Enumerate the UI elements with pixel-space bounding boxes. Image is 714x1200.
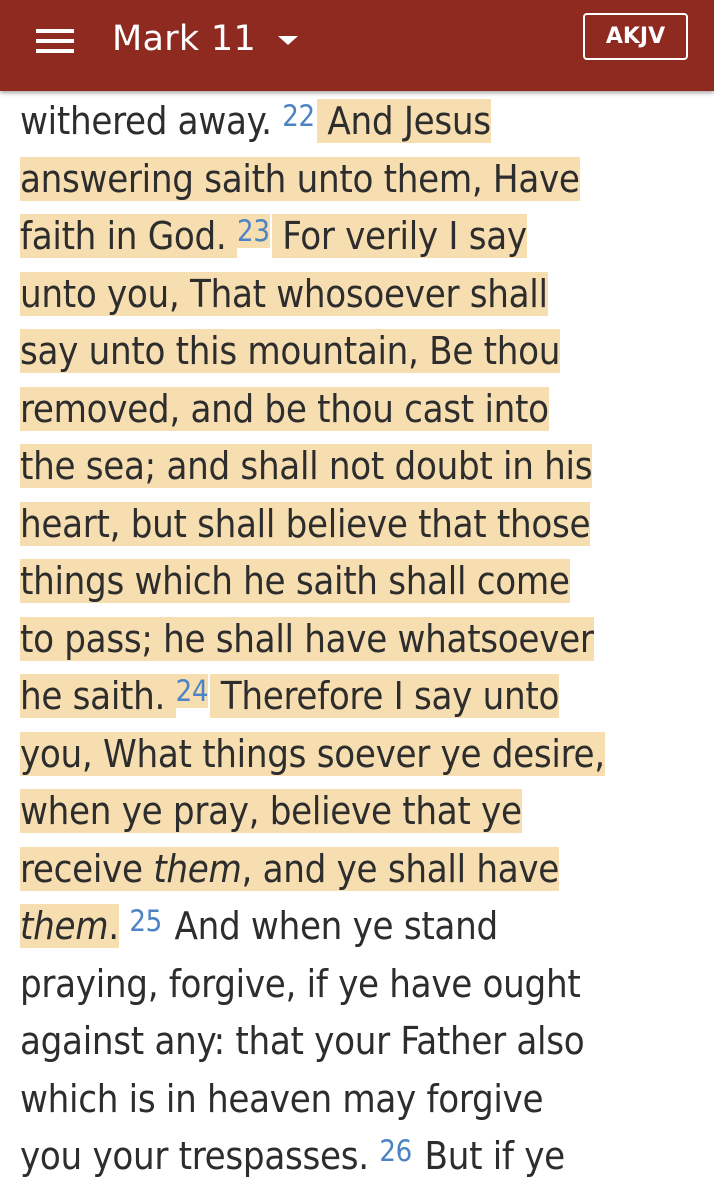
passage-line: which is in heaven may forgive <box>20 1071 696 1129</box>
verse-text: withered away. <box>20 99 283 143</box>
passage-line: removed, and be thou cast into <box>20 381 696 439</box>
chapter-title: Mark 11 <box>112 19 257 59</box>
verse-text: faith in God. <box>20 214 238 258</box>
verse-text: to pass; he shall have whatsoever <box>20 616 594 661</box>
passage-line: he saith. 24 Therefore I say unto <box>20 668 696 726</box>
hamburger-menu-icon[interactable] <box>36 27 74 55</box>
verse-number[interactable]: 25 <box>129 904 162 938</box>
passage-line: heart, but shall believe that those <box>20 496 696 554</box>
verse-text: , and ye shall have <box>241 846 560 891</box>
italic-text: them <box>153 846 242 891</box>
verse-text: things which he saith shall come <box>20 559 570 603</box>
passage-line: answering saith unto them, Have <box>20 151 696 209</box>
verse-number[interactable]: 22 <box>282 99 315 133</box>
verse-text: when ye pray, believe that ye <box>20 789 522 833</box>
verse-text: you your trespasses. <box>20 1134 380 1178</box>
verse-text: And when ye stand <box>163 904 498 948</box>
verse-text: But if ye <box>413 1134 566 1178</box>
verse-text: unto you, That whosoever shall <box>20 271 548 316</box>
verse-text: . <box>108 904 119 948</box>
verse-number[interactable]: 24 <box>175 674 208 708</box>
passage-line: praying, forgive, if ye have ought <box>20 956 696 1014</box>
passage-line: withered away. 22 And Jesus <box>20 93 696 151</box>
passage-line: you your trespasses. 26 But if ye <box>20 1128 696 1186</box>
verse-text: removed, and be thou cast into <box>20 386 549 431</box>
verse-text: And Jesus <box>316 99 491 143</box>
passage-line: the sea; and shall not doubt in his <box>20 438 696 496</box>
verse-number[interactable]: 26 <box>379 1134 412 1168</box>
verse-text: say unto this mountain, Be thou <box>20 329 561 373</box>
passage-line: things which he saith shall come <box>20 553 696 611</box>
caret-down-icon <box>278 35 299 45</box>
verse-text: the sea; and shall not doubt in his <box>20 444 593 488</box>
verse-text: against any: that your Father also <box>20 1019 585 1063</box>
verse-text: which is in heaven may forgive <box>20 1076 544 1121</box>
verse-text: heart, but shall believe that those <box>20 501 591 546</box>
verse-text: answering saith unto them, Have <box>20 156 580 201</box>
verse-text: you, What things soever ye desire, <box>20 731 605 776</box>
passage-line: unto you, That whosoever shall <box>20 266 696 324</box>
bible-version-button[interactable]: AKJV <box>583 13 688 60</box>
passage-text: withered away. 22 And Jesus answering sai… <box>20 91 696 1186</box>
verse-text: praying, forgive, if ye have ought <box>20 961 581 1006</box>
passage-line: faith in God. 23 For verily I say <box>20 208 696 266</box>
verse-text: Therefore I say unto <box>210 674 560 718</box>
verse-text: For verily I say <box>271 214 527 258</box>
passage-line: them. 25 And when ye stand <box>20 898 696 956</box>
passage-line: receive them, and ye shall have <box>20 841 696 899</box>
verse-text: he saith. <box>20 674 176 718</box>
passage-line: you, What things soever ye desire, <box>20 726 696 784</box>
passage-line: when ye pray, believe that ye <box>20 783 696 841</box>
passage-line: against any: that your Father also <box>20 1013 696 1071</box>
passage-line: to pass; he shall have whatsoever <box>20 611 696 669</box>
verse-text: receive <box>20 846 154 891</box>
app-bar: Mark 11 AKJV <box>0 0 714 91</box>
verse-text <box>119 904 130 948</box>
italic-text: them <box>20 904 109 948</box>
verse-number[interactable]: 23 <box>237 214 270 248</box>
passage-line: say unto this mountain, Be thou <box>20 323 696 381</box>
chapter-selector[interactable]: Mark 11 <box>112 14 299 64</box>
